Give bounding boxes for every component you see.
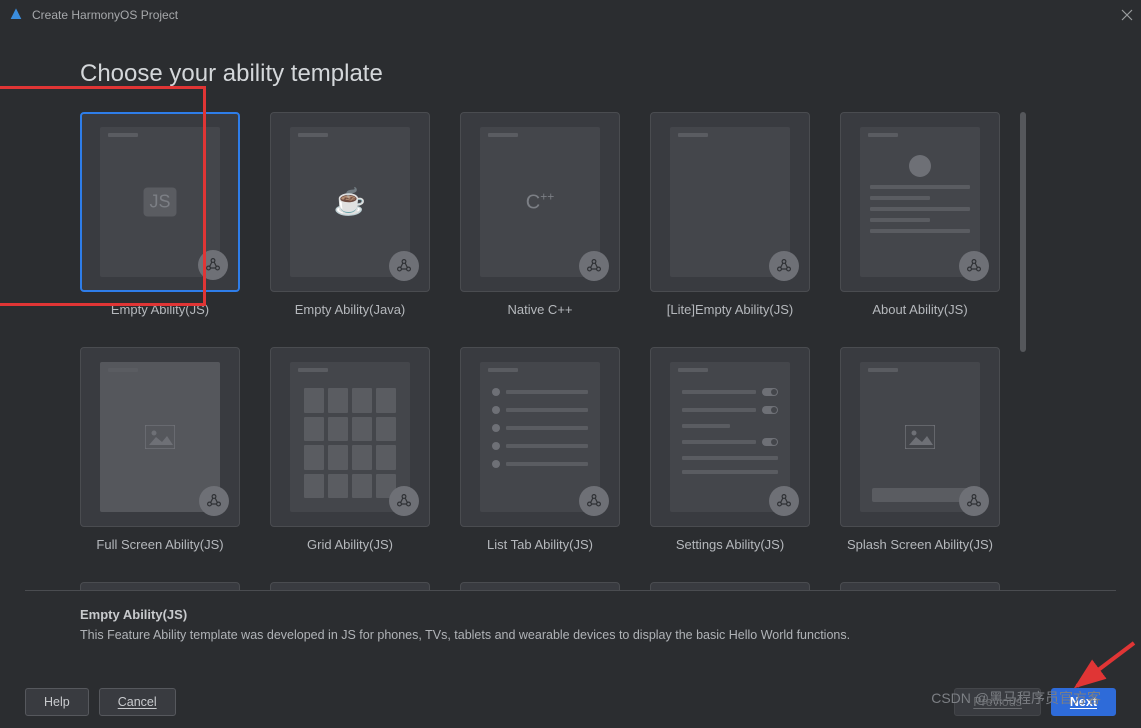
template-label: Grid Ability(JS)	[307, 537, 393, 552]
share-badge-icon	[769, 251, 799, 281]
harmonyos-logo-icon	[8, 7, 24, 23]
share-badge-icon	[199, 486, 229, 516]
template-label: Settings Ability(JS)	[676, 537, 784, 552]
template-list-tab-ability-js[interactable]: List Tab Ability(JS)	[460, 347, 620, 552]
button-bar: Help Cancel Previous Next	[25, 688, 1116, 716]
template-label: Full Screen Ability(JS)	[96, 537, 223, 552]
share-badge-icon	[579, 251, 609, 281]
template-native-cpp[interactable]: C++ Native C++	[460, 112, 620, 317]
help-button[interactable]: Help	[25, 688, 89, 716]
template-lite-empty-ability-js[interactable]: [Lite]Empty Ability(JS)	[650, 112, 810, 317]
share-badge-icon	[389, 251, 419, 281]
share-badge-icon	[959, 486, 989, 516]
page-heading: Choose your ability template	[80, 60, 1081, 88]
template-grid: JS Empty Ability(JS) ☕ Empty Ability(Jav…	[80, 112, 1000, 590]
template-label: About Ability(JS)	[872, 302, 967, 317]
template-label: Empty Ability(Java)	[295, 302, 406, 317]
share-badge-icon	[579, 486, 609, 516]
titlebar: Create HarmonyOS Project	[0, 0, 1141, 30]
template-label: Splash Screen Ability(JS)	[847, 537, 993, 552]
template-label: List Tab Ability(JS)	[487, 537, 593, 552]
template-about-ability-js[interactable]: About Ability(JS)	[840, 112, 1000, 317]
share-badge-icon	[959, 251, 989, 281]
cancel-button[interactable]: Cancel	[99, 688, 176, 716]
content-area: Choose your ability template JS Empty Ab…	[0, 30, 1141, 590]
scrollbar[interactable]	[1020, 112, 1026, 552]
share-badge-icon	[198, 250, 228, 280]
previous-button: Previous	[954, 688, 1041, 716]
template-row3-3[interactable]	[460, 582, 620, 590]
template-row3-4[interactable]	[650, 582, 810, 590]
selected-template-description: This Feature Ability template was develo…	[80, 628, 1116, 642]
template-empty-ability-js[interactable]: JS Empty Ability(JS)	[80, 112, 240, 317]
template-full-screen-ability-js[interactable]: Full Screen Ability(JS)	[80, 347, 240, 552]
template-grid-ability-js[interactable]: Grid Ability(JS)	[270, 347, 430, 552]
footer-description: Empty Ability(JS) This Feature Ability t…	[0, 591, 1141, 642]
share-badge-icon	[389, 486, 419, 516]
template-settings-ability-js[interactable]: Settings Ability(JS)	[650, 347, 810, 552]
template-splash-screen-ability-js[interactable]: Splash Screen Ability(JS)	[840, 347, 1000, 552]
template-row3-5[interactable]	[840, 582, 1000, 590]
window-title: Create HarmonyOS Project	[32, 8, 1121, 22]
share-badge-icon	[769, 486, 799, 516]
scrollbar-thumb[interactable]	[1020, 112, 1026, 352]
template-label: Empty Ability(JS)	[111, 302, 209, 317]
template-label: [Lite]Empty Ability(JS)	[667, 302, 793, 317]
selected-template-title: Empty Ability(JS)	[80, 607, 1116, 622]
close-icon[interactable]	[1121, 9, 1133, 21]
template-row3-1[interactable]	[80, 582, 240, 590]
template-empty-ability-java[interactable]: ☕ Empty Ability(Java)	[270, 112, 430, 317]
template-row3-2[interactable]	[270, 582, 430, 590]
template-label: Native C++	[507, 302, 572, 317]
next-button[interactable]: Next	[1051, 688, 1116, 716]
